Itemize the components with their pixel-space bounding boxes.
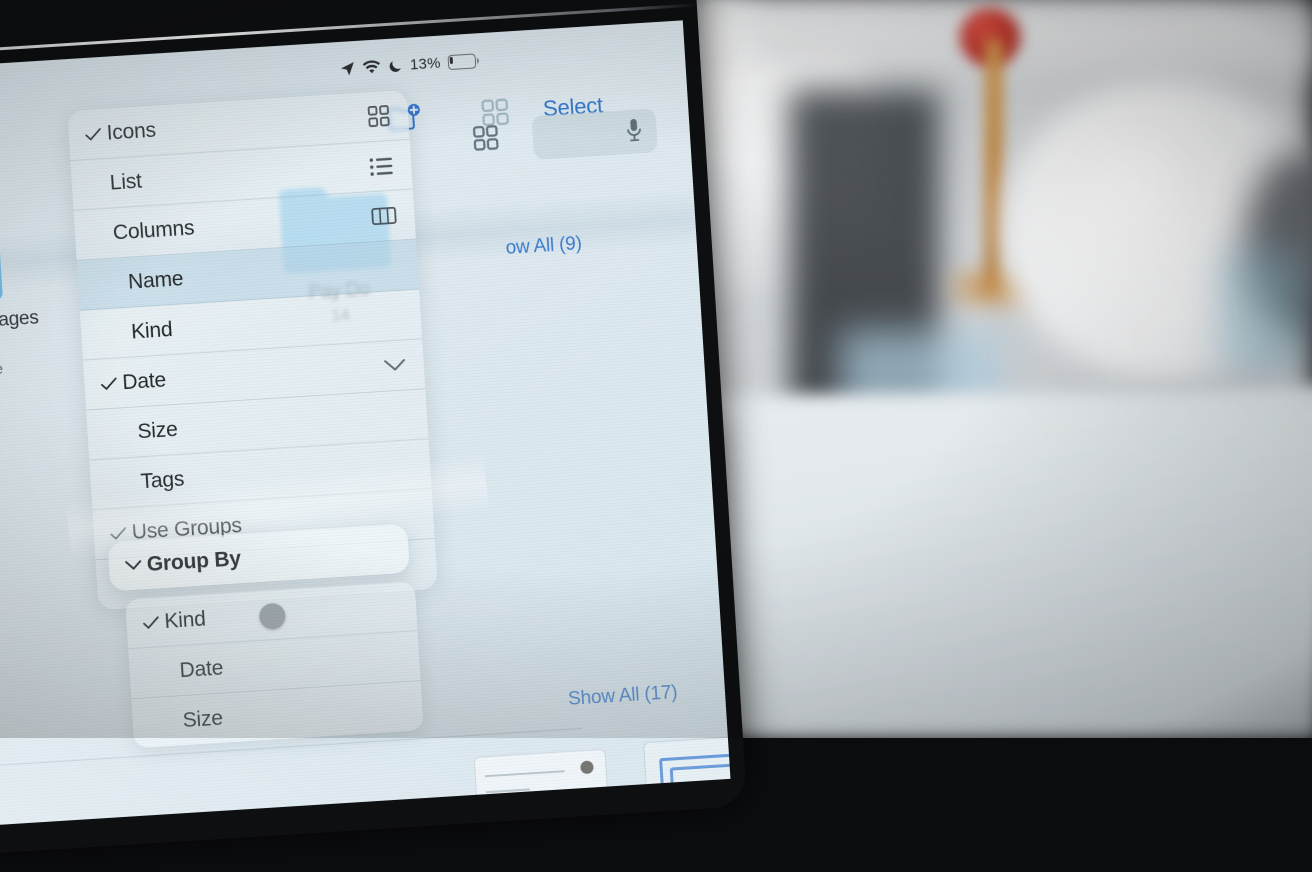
checkmark-icon: [84, 126, 107, 141]
checkmark-icon: [100, 376, 123, 391]
background-cyan-object: [1220, 250, 1300, 370]
background-desk-surface: [677, 395, 1312, 738]
checkmark-placeholder: [104, 433, 126, 434]
checkmark-icon: [142, 615, 165, 630]
menu-item-label: Tags: [139, 467, 185, 493]
grid-view-icon: [366, 104, 390, 128]
menu-item-label: Name: [127, 266, 184, 294]
battery-low-icon: [447, 52, 476, 70]
chevron-down-icon: [383, 358, 406, 372]
menu-item-label: Date: [121, 368, 167, 394]
menu-item-label: Size: [136, 417, 179, 443]
group-by-item-label: Size: [181, 706, 224, 732]
columns-view-icon: [371, 206, 397, 227]
menu-item-label: Group By: [146, 546, 242, 576]
menu-item-label: Kind: [130, 317, 174, 344]
checkmark-placeholder: [146, 671, 168, 672]
microphone-icon[interactable]: [625, 117, 644, 147]
chevron-down-icon: [125, 559, 148, 571]
checkmark-placeholder: [149, 721, 171, 722]
ipad-device: 13% Preview: [0, 0, 748, 872]
document-thumbnail[interactable]: [473, 748, 611, 845]
checkmark-placeholder: [97, 333, 119, 334]
checkmark-icon: [109, 525, 132, 540]
background-wood-stand: [985, 40, 1003, 290]
group-by-item-label: Date: [178, 655, 224, 682]
shared-folder-icon: [0, 216, 3, 307]
show-all-link[interactable]: Show All (17): [568, 682, 679, 711]
battery-percent-label: 13%: [409, 54, 442, 74]
location-arrow-icon: [340, 61, 356, 77]
checkmark-placeholder: [88, 183, 110, 184]
checkmark-placeholder: [91, 233, 113, 234]
file-shared-meta: Shared by Me: [0, 360, 4, 384]
checkmark-placeholder: [94, 283, 116, 284]
checkmark-placeholder: [107, 483, 129, 484]
menu-item-label: List: [109, 169, 143, 195]
ipad-screen: 13% Preview: [0, 20, 731, 845]
menu-item-label: Icons: [105, 118, 157, 145]
file-item[interactable]: Andrew Desk Images 4 items Shared by Me: [0, 213, 44, 388]
moon-icon: [388, 57, 404, 73]
show-all-link[interactable]: ow All (9): [505, 233, 582, 260]
grid-view-icon[interactable]: [472, 124, 500, 157]
document-thumbnail[interactable]: [643, 734, 731, 841]
wifi-icon: [362, 59, 382, 75]
menu-item-label: Columns: [112, 215, 195, 245]
search-input[interactable]: [531, 108, 658, 160]
list-view-icon: [369, 155, 394, 176]
